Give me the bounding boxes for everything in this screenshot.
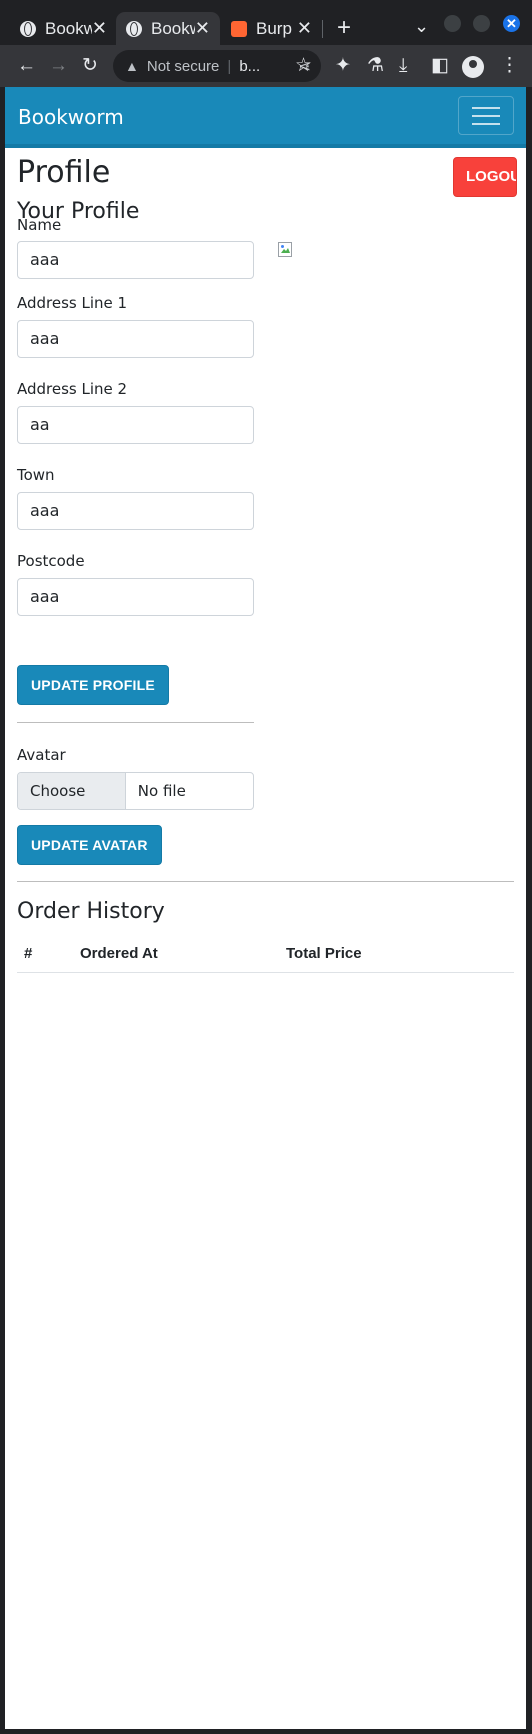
warning-icon: ▲: [125, 58, 139, 74]
name-input[interactable]: aaa: [17, 241, 254, 279]
browser-tab-strip: Bookworm ✕ Bookworm ✕ Burp Suite ✕ + ⌄ ✕: [0, 0, 532, 45]
profile-avatar-icon[interactable]: [462, 56, 484, 78]
browser-tab-2-active[interactable]: Bookworm ✕: [116, 12, 220, 45]
town-label: Town: [17, 466, 55, 484]
forward-icon[interactable]: →: [49, 55, 68, 77]
navbar-brand[interactable]: Bookworm: [18, 105, 124, 129]
avatar-label: Avatar: [17, 746, 66, 764]
navbar-toggler-button[interactable]: [458, 96, 514, 135]
chevron-down-icon[interactable]: ⌄: [414, 16, 429, 37]
separator: |: [227, 57, 232, 75]
address-line-2-label: Address Line 2: [17, 380, 128, 398]
hamburger-bar: [472, 115, 500, 117]
download-icon[interactable]: ⤓: [399, 55, 407, 77]
order-history-title: Order History: [17, 899, 165, 924]
page-title: Profile: [17, 155, 111, 190]
column-header-total-price: Total Price: [286, 945, 362, 962]
url-text: b...: [239, 57, 261, 75]
new-tab-icon[interactable]: +: [337, 14, 351, 42]
close-icon[interactable]: ✕: [297, 18, 312, 39]
side-panel-icon[interactable]: ◧: [431, 55, 449, 77]
star-icon[interactable]: ☆: [295, 55, 312, 77]
browser-toolbar: ← → ↻ ▲ Not secure | b... ⋖ ☆ ✦ ⚗ ⤓ ◧ ⋮: [0, 45, 532, 87]
page-viewport: Bookworm LOGOUT Profile Your Profile Nam…: [5, 87, 526, 1729]
close-icon[interactable]: ✕: [195, 18, 210, 39]
tab-title: Bookworm: [151, 18, 195, 38]
divider: [17, 722, 254, 723]
labs-icon[interactable]: ⚗: [367, 55, 384, 77]
maximize-icon[interactable]: [473, 15, 490, 32]
navbar: Bookworm: [5, 87, 526, 148]
address-bar[interactable]: ▲ Not secure | b... ⋖: [113, 50, 321, 82]
postcode-label: Postcode: [17, 552, 85, 570]
name-label: Name: [17, 216, 62, 234]
back-icon[interactable]: ←: [17, 55, 36, 77]
order-history-table-header: # Ordered At Total Price: [17, 936, 514, 973]
address-line-2-input[interactable]: aa: [17, 406, 254, 444]
tab-divider: [322, 20, 323, 38]
tab-title: Bookworm: [45, 18, 92, 38]
reload-icon[interactable]: ↻: [82, 55, 98, 77]
burp-icon: [231, 20, 247, 37]
file-status-text: No file chosen: [137, 782, 186, 800]
choose-file-button[interactable]: Choose File: [18, 773, 126, 809]
broken-avatar-image: [278, 242, 292, 257]
globe-icon: [20, 20, 36, 37]
avatar-file-input[interactable]: Choose File No file chosen: [17, 772, 254, 810]
address-line-1-input[interactable]: aaa: [17, 320, 254, 358]
hamburger-bar: [472, 123, 500, 125]
update-avatar-button[interactable]: UPDATE AVATAR: [17, 825, 162, 865]
logout-button[interactable]: LOGOUT: [453, 157, 517, 197]
tab-title: Burp Suite: [256, 18, 297, 38]
address-line-1-label: Address Line 1: [17, 294, 128, 312]
update-profile-button[interactable]: UPDATE PROFILE: [17, 665, 169, 705]
globe-icon: [126, 20, 142, 37]
extensions-icon[interactable]: ✦: [335, 55, 351, 77]
column-header-ordered-at: Ordered At: [80, 945, 158, 962]
divider: [17, 881, 514, 882]
close-icon[interactable]: ✕: [92, 18, 107, 39]
town-input[interactable]: aaa: [17, 492, 254, 530]
browser-tab-1[interactable]: Bookworm ✕: [10, 12, 117, 45]
close-window-icon[interactable]: ✕: [503, 15, 520, 32]
browser-tab-3[interactable]: Burp Suite ✕: [221, 12, 322, 45]
hamburger-bar: [472, 107, 500, 109]
column-header-number: #: [24, 945, 33, 962]
postcode-input[interactable]: aaa: [17, 578, 254, 616]
minimize-icon[interactable]: [444, 15, 461, 32]
security-label: Not secure: [146, 57, 220, 75]
menu-kebab-icon[interactable]: ⋮: [500, 55, 519, 77]
